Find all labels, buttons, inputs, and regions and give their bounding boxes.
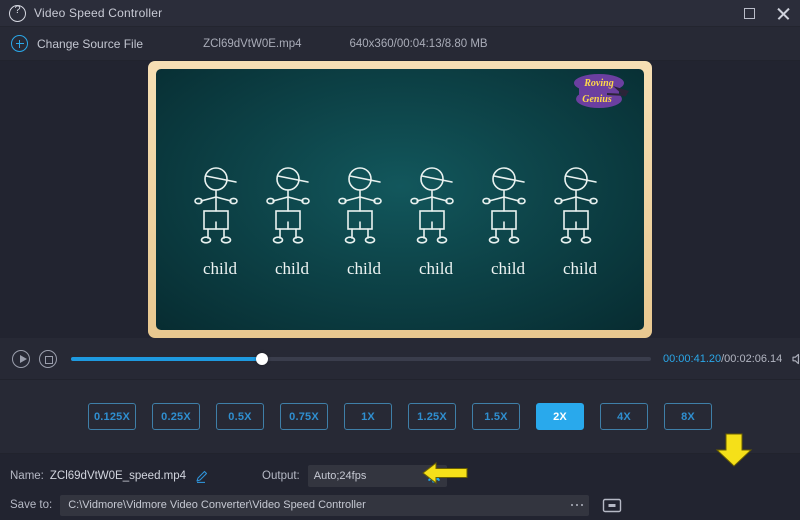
- svg-text:Genius: Genius: [582, 94, 612, 105]
- change-source-file-button[interactable]: Change Source File: [37, 37, 143, 51]
- video-speed-controller-window: Video Speed Controller Change Source Fil…: [0, 0, 800, 520]
- stick-figure: child: [261, 165, 323, 279]
- pencil-icon[interactable]: [194, 469, 209, 484]
- output-name-value: ZCl69dVtW0E_speed.mp4: [50, 470, 186, 482]
- maximize-button[interactable]: [732, 0, 766, 27]
- save-to-row: Save to: C:\Vidmore\Vidmore Video Conver…: [0, 492, 800, 518]
- speed-option-1.25x[interactable]: 1.25X: [408, 403, 456, 430]
- speed-option-4x[interactable]: 4X: [600, 403, 648, 430]
- total-time: /00:02:06.14: [721, 353, 782, 365]
- video-preview[interactable]: Roving Genius: [156, 69, 644, 330]
- speed-option-1x[interactable]: 1X: [344, 403, 392, 430]
- folder-icon[interactable]: [601, 496, 623, 514]
- figure-label: child: [333, 259, 395, 279]
- output-label: Output:: [262, 470, 300, 482]
- progress-fill: [71, 357, 262, 361]
- speed-option-2x[interactable]: 2X: [536, 403, 584, 430]
- speed-option-0.25x[interactable]: 0.25X: [152, 403, 200, 430]
- save-path-value: C:\Vidmore\Vidmore Video Converter\Video…: [68, 499, 366, 511]
- close-button[interactable]: [766, 0, 800, 27]
- play-button[interactable]: [12, 350, 30, 368]
- name-label: Name:: [10, 470, 44, 482]
- window-controls: [732, 0, 800, 27]
- ellipsis-icon[interactable]: [571, 495, 584, 516]
- progress-handle[interactable]: [256, 353, 268, 365]
- source-file-meta: 640x360/00:04:13/8.80 MB: [350, 38, 488, 50]
- figure-label: child: [261, 259, 323, 279]
- progress-slider[interactable]: [71, 357, 651, 361]
- stop-button[interactable]: [39, 350, 57, 368]
- current-time: 00:00:41.20: [663, 353, 721, 365]
- figure-label: child: [477, 259, 539, 279]
- source-filename: ZCl69dVtW0E.mp4: [203, 38, 301, 50]
- output-format-value: Auto;24fps: [314, 470, 367, 482]
- figure-label: child: [189, 259, 251, 279]
- speed-option-0.125x[interactable]: 0.125X: [88, 403, 136, 430]
- output-panel: Name: ZCl69dVtW0E_speed.mp4 Output: Auto…: [0, 454, 800, 520]
- window-title: Video Speed Controller: [34, 6, 162, 20]
- roving-genius-logo: Roving Genius: [563, 72, 637, 112]
- volume-icon[interactable]: [791, 352, 800, 366]
- timecode: 00:00:41.20/00:02:06.14: [663, 353, 782, 365]
- speed-option-0.5x[interactable]: 0.5X: [216, 403, 264, 430]
- stick-figure: child: [333, 165, 395, 279]
- save-to-label: Save to:: [10, 499, 52, 511]
- video-stage: Roving Genius: [0, 61, 800, 338]
- help-circle-icon: [9, 5, 26, 22]
- speed-option-1.5x[interactable]: 1.5X: [472, 403, 520, 430]
- maximize-icon: [744, 8, 755, 19]
- title-bar: Video Speed Controller: [0, 0, 800, 27]
- figure-label: child: [549, 259, 611, 279]
- speed-option-0.75x[interactable]: 0.75X: [280, 403, 328, 430]
- close-icon: [777, 7, 790, 20]
- speed-options-row: 0.125X 0.25X 0.5X 0.75X 1X 1.25X 1.5X 2X 4X 8X: [0, 380, 800, 454]
- stick-figure: child: [549, 165, 611, 279]
- stick-figure: child: [405, 165, 467, 279]
- arrow-pointing-to-output-settings: [421, 460, 469, 486]
- stick-figure-group: child: [156, 165, 644, 279]
- figure-label: child: [405, 259, 467, 279]
- playback-bar: 00:00:41.20/00:02:06.14: [0, 338, 800, 380]
- plus-circle-icon[interactable]: [11, 35, 28, 52]
- svg-text:Roving: Roving: [583, 78, 613, 89]
- arrow-pointing-to-export: [712, 432, 756, 468]
- source-toolbar: Change Source File ZCl69dVtW0E.mp4 640x3…: [0, 27, 800, 61]
- speed-option-8x[interactable]: 8X: [664, 403, 712, 430]
- video-frame: Roving Genius: [148, 61, 652, 338]
- save-path-field[interactable]: C:\Vidmore\Vidmore Video Converter\Video…: [60, 495, 589, 516]
- output-name-row: Name: ZCl69dVtW0E_speed.mp4 Output: Auto…: [0, 462, 800, 490]
- stick-figure: child: [189, 165, 251, 279]
- stick-figure: child: [477, 165, 539, 279]
